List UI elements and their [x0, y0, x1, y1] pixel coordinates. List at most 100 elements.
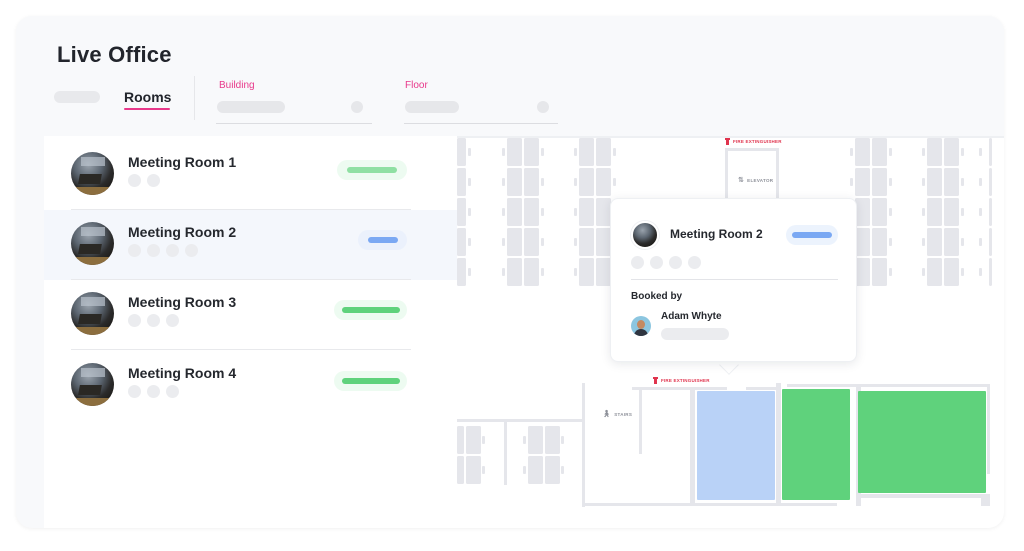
- chair: [574, 268, 577, 276]
- desk[interactable]: [457, 198, 466, 226]
- chair: [468, 238, 471, 246]
- chair: [574, 238, 577, 246]
- room-name: Meeting Room 3: [128, 294, 237, 310]
- wall: [639, 387, 642, 454]
- desk[interactable]: [524, 168, 539, 196]
- wall: [582, 383, 585, 507]
- desk[interactable]: [507, 228, 522, 256]
- chair: [961, 148, 964, 156]
- desk[interactable]: [466, 426, 481, 454]
- desk[interactable]: [507, 138, 522, 166]
- desk[interactable]: [457, 138, 466, 166]
- room-list-item[interactable]: Meeting Room 2: [44, 210, 457, 280]
- desk[interactable]: [507, 258, 522, 286]
- desk[interactable]: [524, 228, 539, 256]
- chair: [850, 178, 853, 186]
- desk[interactable]: [927, 138, 942, 166]
- chair: [541, 238, 544, 246]
- room-name: Meeting Room 2: [128, 224, 237, 240]
- chair: [523, 466, 526, 474]
- desk[interactable]: [989, 138, 992, 166]
- desk[interactable]: [457, 228, 466, 256]
- desk[interactable]: [524, 138, 539, 166]
- chair: [482, 466, 485, 474]
- desk[interactable]: [989, 198, 992, 226]
- map-room-available[interactable]: [858, 391, 986, 493]
- desk[interactable]: [596, 138, 611, 166]
- desk[interactable]: [944, 168, 959, 196]
- chair: [979, 178, 982, 186]
- desk[interactable]: [596, 198, 611, 226]
- desk[interactable]: [872, 138, 887, 166]
- map-room-meeting-room-2[interactable]: [697, 391, 775, 500]
- map-room-available[interactable]: [782, 389, 850, 500]
- desk[interactable]: [944, 228, 959, 256]
- desk[interactable]: [872, 258, 887, 286]
- desk[interactable]: [989, 228, 992, 256]
- room-photo: [71, 292, 114, 335]
- fire-extinguisher-marker-top: FIRE EXTINGUISHER: [725, 138, 782, 145]
- tab-placeholder[interactable]: [54, 91, 100, 103]
- desk[interactable]: [524, 258, 539, 286]
- desk[interactable]: [944, 198, 959, 226]
- desk[interactable]: [579, 138, 594, 166]
- desk[interactable]: [927, 228, 942, 256]
- desk[interactable]: [528, 426, 543, 454]
- desk[interactable]: [855, 198, 870, 226]
- desk[interactable]: [457, 258, 466, 286]
- desk[interactable]: [466, 456, 481, 484]
- chair: [850, 148, 853, 156]
- desk[interactable]: [872, 198, 887, 226]
- room-list-item[interactable]: Meeting Room 4: [44, 350, 457, 420]
- desk[interactable]: [457, 426, 464, 454]
- desk[interactable]: [872, 228, 887, 256]
- room-list-item[interactable]: Meeting Room 1: [44, 136, 457, 206]
- desk[interactable]: [545, 456, 560, 484]
- desk[interactable]: [927, 168, 942, 196]
- desk[interactable]: [545, 426, 560, 454]
- chair: [922, 208, 925, 216]
- chair: [979, 148, 982, 156]
- desk[interactable]: [524, 198, 539, 226]
- status-badge-available: [337, 160, 407, 180]
- desk[interactable]: [596, 228, 611, 256]
- chair: [922, 148, 925, 156]
- desk[interactable]: [596, 168, 611, 196]
- chair: [574, 148, 577, 156]
- desk[interactable]: [944, 138, 959, 166]
- desk[interactable]: [989, 258, 992, 286]
- desk[interactable]: [579, 168, 594, 196]
- desk[interactable]: [528, 456, 543, 484]
- chair: [502, 208, 505, 216]
- desk[interactable]: [927, 258, 942, 286]
- desk[interactable]: [855, 138, 870, 166]
- desk[interactable]: [989, 168, 992, 196]
- floor-dropdown-icon[interactable]: [537, 101, 549, 113]
- desk[interactable]: [579, 198, 594, 226]
- desk[interactable]: [457, 168, 466, 196]
- desk[interactable]: [579, 228, 594, 256]
- desk[interactable]: [855, 228, 870, 256]
- chair: [468, 208, 471, 216]
- desk[interactable]: [579, 258, 594, 286]
- desk[interactable]: [872, 168, 887, 196]
- desk[interactable]: [927, 198, 942, 226]
- attendee-dots: [128, 314, 179, 327]
- desk[interactable]: [507, 168, 522, 196]
- room-list-item[interactable]: Meeting Room 3: [44, 280, 457, 350]
- chair: [613, 148, 616, 156]
- wall: [981, 494, 990, 506]
- desk[interactable]: [457, 456, 464, 484]
- desk[interactable]: [855, 258, 870, 286]
- building-dropdown-icon[interactable]: [351, 101, 363, 113]
- chair: [979, 208, 982, 216]
- elevator-wall-right: [776, 148, 779, 198]
- desk[interactable]: [944, 258, 959, 286]
- building-label: Building: [219, 80, 255, 91]
- tab-rooms[interactable]: Rooms: [124, 89, 171, 105]
- desk[interactable]: [855, 168, 870, 196]
- desk[interactable]: [596, 258, 611, 286]
- desk[interactable]: [507, 198, 522, 226]
- chair: [468, 268, 471, 276]
- chair: [922, 178, 925, 186]
